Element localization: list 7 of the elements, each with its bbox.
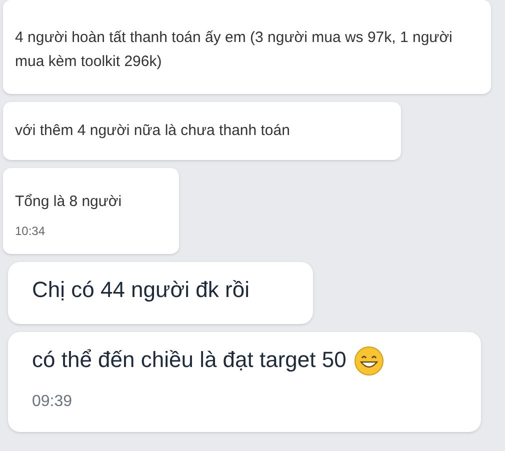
message-text: Chị có 44 người đk rồi (32, 276, 250, 304)
message-text: Tổng là 8 người (15, 192, 123, 212)
message-text: với thêm 4 người nữa là chưa thanh toán (15, 121, 291, 141)
message-text: 4 người hoàn tất thanh toán ấy em (3 người mua ws 97k, 1 người mua kèm toolkit 296k) (15, 28, 454, 72)
message-time: 10:34 (15, 223, 46, 240)
message-text: có thể đến chiều là đạt target 50 (32, 344, 457, 376)
message-time: 09:39 (32, 392, 74, 412)
